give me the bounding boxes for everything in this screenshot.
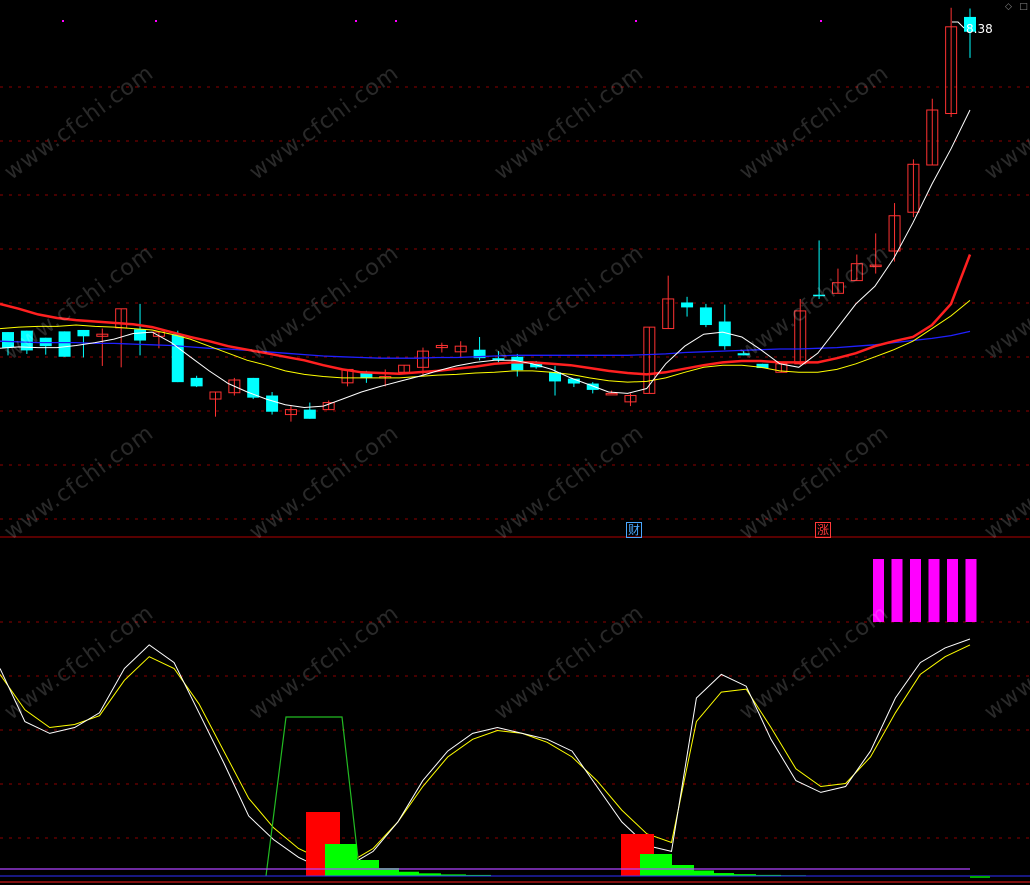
ma-white-line xyxy=(0,109,971,409)
candle-body-down xyxy=(2,332,14,348)
candle-body-down xyxy=(190,377,203,387)
pink-signal-bar xyxy=(910,559,921,622)
candle-body-down xyxy=(39,337,52,347)
candle-body-down xyxy=(530,363,543,368)
pink-signal-bar xyxy=(965,559,977,622)
indicator-white-line xyxy=(0,638,971,870)
green-hist-bar xyxy=(640,854,672,876)
pink-signal-bar xyxy=(891,559,903,622)
candle-body-down xyxy=(171,334,184,383)
top-marker xyxy=(355,20,357,22)
top-marker xyxy=(635,20,637,22)
green-hist-bar xyxy=(357,860,379,876)
top-marker xyxy=(395,20,397,22)
candle-body-up xyxy=(605,392,618,396)
max-price-label: 8.38 xyxy=(966,22,993,36)
candle-body-down xyxy=(58,331,71,357)
candle-body-down xyxy=(77,329,90,337)
candle-body-down xyxy=(737,353,750,356)
green-hist-bar xyxy=(694,870,714,876)
green-hist-bar xyxy=(399,871,419,876)
pink-signal-bar xyxy=(873,559,884,622)
candle-body-down xyxy=(266,395,279,412)
top-marker xyxy=(820,20,822,22)
signal-zhang: 涨 xyxy=(815,522,832,538)
signal-cai: 财 xyxy=(626,522,643,538)
candle-body-down xyxy=(134,329,147,341)
green-hist-bar xyxy=(672,865,694,876)
ma-yellow-line xyxy=(0,300,971,383)
pink-signal-bar xyxy=(947,559,958,622)
maximize-icon[interactable]: ◇ xyxy=(1004,3,1013,12)
indicator-yellow-line xyxy=(0,644,971,864)
top-marker xyxy=(62,20,64,22)
candle-body-down xyxy=(303,409,316,419)
top-marker xyxy=(155,20,157,22)
green-hist-bar xyxy=(325,844,357,876)
candle-body-down xyxy=(699,307,712,326)
stock-chart xyxy=(0,7,1030,883)
candle-body-down xyxy=(681,302,694,308)
candle-body-down xyxy=(813,294,826,297)
restore-icon[interactable]: □ xyxy=(1019,3,1028,12)
pink-signal-bar xyxy=(928,559,940,622)
